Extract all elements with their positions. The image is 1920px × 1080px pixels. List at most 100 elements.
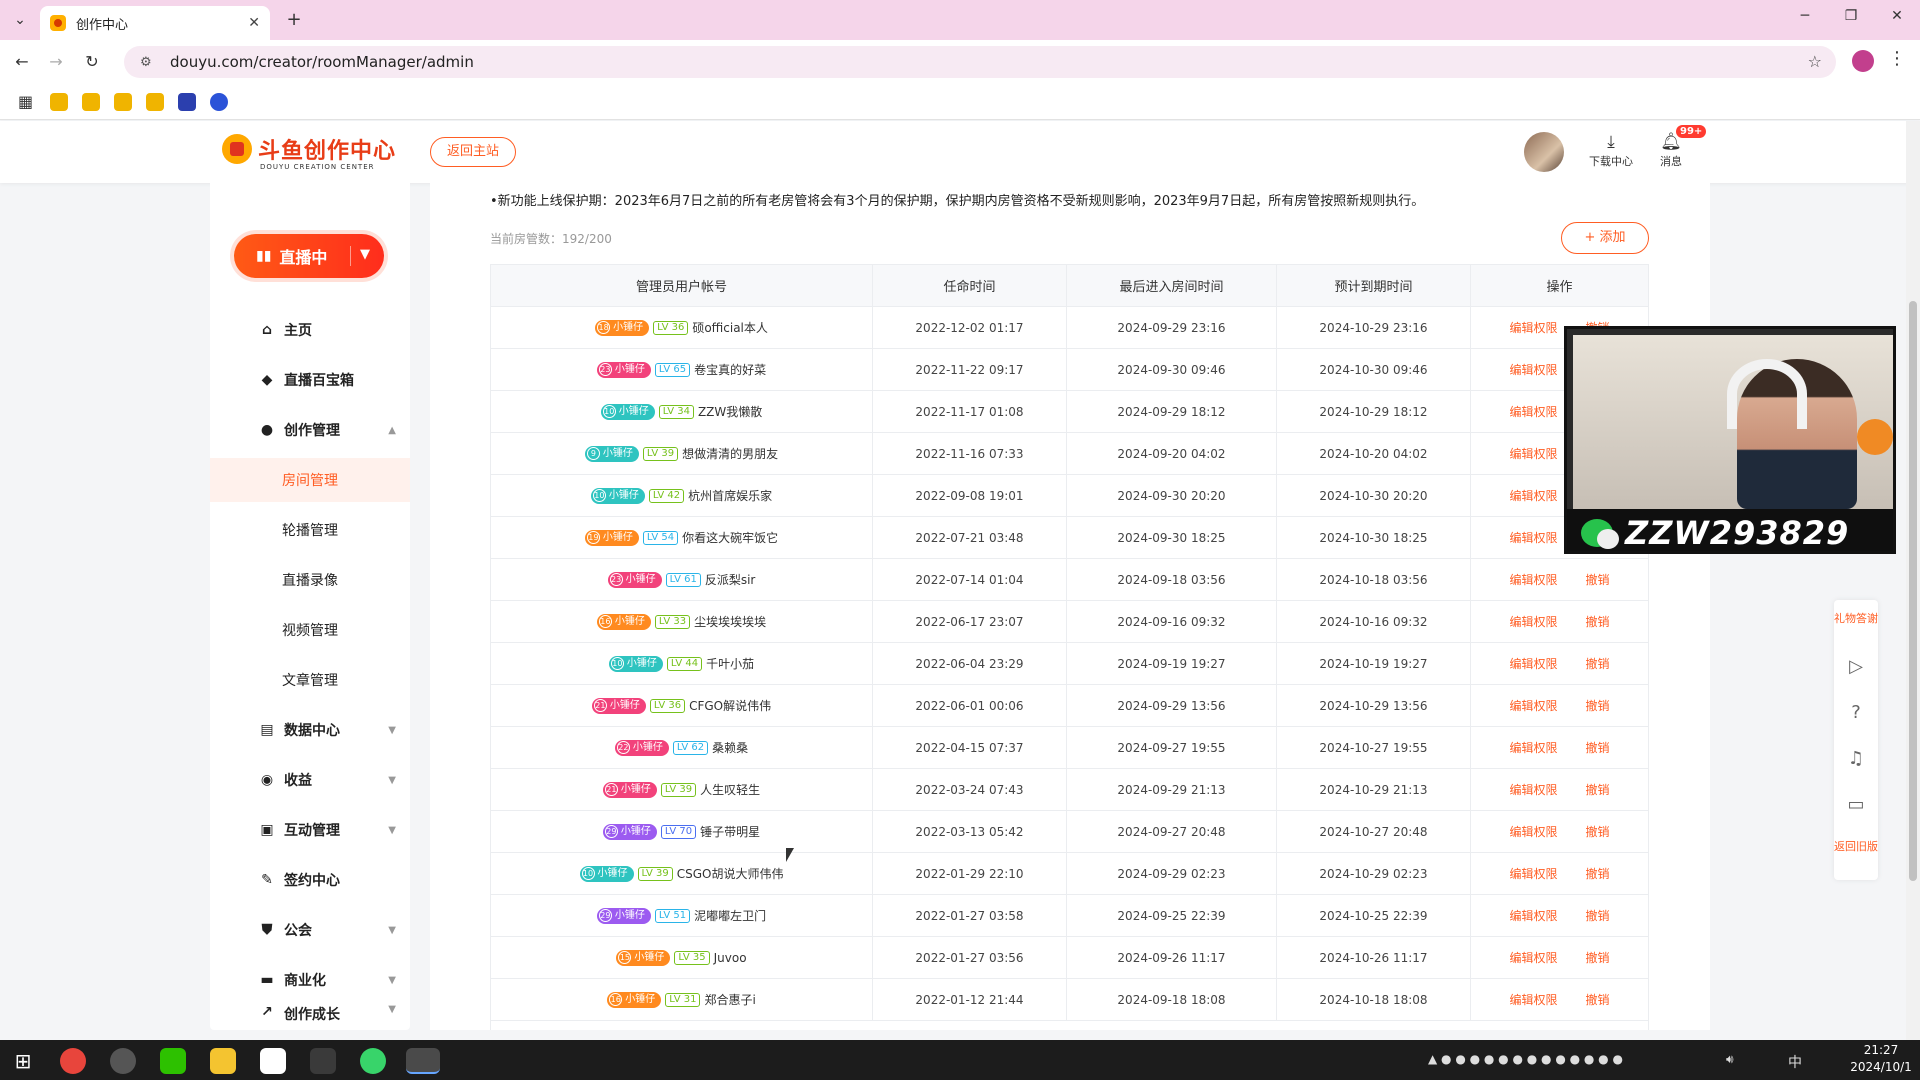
tray-icons[interactable]: ▲ ● ● ● ● ● ● ● ● ● ● ● ● ● — [1428, 1052, 1623, 1066]
speaker-icon[interactable]: 🔊︎ — [1726, 1052, 1734, 1067]
forward-icon[interactable]: → — [44, 50, 68, 74]
windows-start-icon[interactable]: ⊞ — [10, 1048, 36, 1074]
sidebar-item-carousel[interactable]: 轮播管理 — [210, 508, 410, 552]
window-close-icon[interactable]: ✕ — [1882, 8, 1912, 24]
game-icon[interactable] — [310, 1048, 336, 1074]
chrome-icon[interactable] — [60, 1048, 86, 1074]
fan-level: 10 — [602, 404, 616, 418]
tab-search-icon[interactable]: ⌄ — [8, 8, 32, 32]
sidebar-item-videos[interactable]: 视频管理 — [210, 608, 410, 652]
gift-thanks-button[interactable]: 礼物答谢 — [1834, 612, 1878, 625]
edit-permission-link[interactable]: 编辑权限 — [1509, 363, 1557, 377]
sidebar-item-recordings[interactable]: 直播录像 — [210, 558, 410, 602]
edit-permission-link[interactable]: 编辑权限 — [1509, 783, 1557, 797]
capcut-icon[interactable] — [260, 1048, 286, 1074]
edit-permission-link[interactable]: 编辑权限 — [1509, 447, 1557, 461]
edit-permission-link[interactable]: 编辑权限 — [1509, 867, 1557, 881]
minimize-icon[interactable]: ─ — [1790, 8, 1820, 24]
sidebar-item-articles[interactable]: 文章管理 — [210, 658, 410, 702]
revoke-link[interactable]: 撤销 — [1586, 867, 1610, 881]
url-input[interactable]: ⚙ douyu.com/creator/roomManager/admin ☆ — [124, 46, 1836, 78]
sidebar-item-commerce[interactable]: ▬ 商业化 ▼ — [210, 958, 410, 1002]
scrollbar-thumb[interactable] — [1909, 301, 1917, 881]
apps-grid-icon[interactable]: ▦ — [18, 92, 36, 111]
avatar[interactable] — [1524, 132, 1564, 172]
download-center-button[interactable]: ⤓ 下载中心 — [1586, 131, 1636, 169]
close-tab-icon[interactable]: ✕ — [248, 15, 260, 31]
sidebar-item-guild[interactable]: ⛊ 公会 ▼ — [210, 908, 410, 952]
fan-level: 10 — [581, 866, 595, 880]
account-cell: 10 小锤仔 LV 34 ZZW我懒散 — [490, 390, 873, 433]
ime-indicator[interactable]: 中 — [1788, 1052, 1802, 1072]
edit-permission-link[interactable]: 编辑权限 — [1509, 699, 1557, 713]
play-video-icon[interactable]: ▷ — [1834, 656, 1878, 677]
add-manager-button[interactable]: + 添加 — [1561, 222, 1649, 254]
fan-badge: 22 小锤仔 — [614, 739, 669, 756]
browser-tab[interactable]: 创作中心 ✕ — [40, 6, 270, 40]
revoke-link[interactable]: 撤销 — [1586, 825, 1610, 839]
bookmark-shield-icon[interactable] — [178, 92, 196, 111]
headset-icon[interactable]: ♫ — [1834, 748, 1878, 769]
sidebar-item-room-manage[interactable]: 房间管理 — [210, 458, 410, 502]
back-to-main-site-button[interactable]: 返回主站 — [430, 137, 516, 167]
edit-permission-link[interactable]: 编辑权限 — [1509, 951, 1557, 965]
bookmark-star-icon[interactable]: ☆ — [1808, 52, 1822, 71]
profile-icon[interactable] — [1852, 50, 1874, 72]
bookmark-douyu-icon[interactable] — [146, 92, 164, 111]
revoke-link[interactable]: 撤销 — [1586, 993, 1610, 1007]
edit-permission-link[interactable]: 编辑权限 — [1509, 741, 1557, 755]
sidebar-item-creation[interactable]: ● 创作管理 ▲ — [210, 408, 410, 452]
bookmark-douyu-icon[interactable] — [50, 92, 68, 111]
sidebar-item-toolbox[interactable]: ◆ 直播百宝箱 — [210, 358, 410, 402]
revoke-link[interactable]: 撤销 — [1586, 951, 1610, 965]
sidebar-item-growth[interactable]: ↗ 创作成长 ▼ — [210, 1004, 410, 1030]
sidebar-item-data-center[interactable]: ▤ 数据中心 ▼ — [210, 708, 410, 752]
revoke-link[interactable]: 撤销 — [1586, 573, 1610, 587]
edit-permission-link[interactable]: 编辑权限 — [1509, 531, 1557, 545]
user-level-badge: LV 42 — [648, 488, 685, 503]
edit-permission-link[interactable]: 编辑权限 — [1509, 321, 1557, 335]
douyu-logo[interactable]: 斗鱼创作中心 DOUYU CREATION CENTER — [222, 133, 396, 171]
new-tab-icon[interactable]: + — [282, 8, 306, 32]
edit-permission-link[interactable]: 编辑权限 — [1509, 405, 1557, 419]
file-explorer-icon[interactable] — [210, 1048, 236, 1074]
chevron-down-icon[interactable]: ▼ — [360, 247, 370, 262]
sidebar-item-home[interactable]: ⌂ 主页 — [210, 308, 410, 352]
revoke-link[interactable]: 撤销 — [1586, 909, 1610, 923]
monitor-icon[interactable]: ▭ — [1834, 794, 1878, 815]
browser-menu-icon[interactable]: ⋮ — [1888, 48, 1906, 69]
revoke-link[interactable]: 撤销 — [1586, 699, 1610, 713]
xbox-icon[interactable] — [360, 1048, 386, 1074]
fan-level: 15 — [618, 950, 632, 964]
reload-icon[interactable]: ↻ — [80, 50, 104, 74]
restore-icon[interactable]: ❐ — [1836, 8, 1866, 24]
bookmark-baidu-icon[interactable] — [210, 92, 228, 111]
edit-permission-link[interactable]: 编辑权限 — [1509, 615, 1557, 629]
edit-permission-link[interactable]: 编辑权限 — [1509, 825, 1557, 839]
bookmark-douyu-icon[interactable] — [114, 92, 132, 111]
revoke-link[interactable]: 撤销 — [1586, 657, 1610, 671]
page-scrollbar[interactable] — [1906, 121, 1920, 1041]
clock[interactable]: 21:27 2024/10/1 — [1846, 1042, 1916, 1076]
edit-permission-link[interactable]: 编辑权限 — [1509, 657, 1557, 671]
bookmark-douyu-icon[interactable] — [82, 92, 100, 111]
back-to-old-version-button[interactable]: 返回旧版 — [1834, 840, 1878, 853]
edit-permission-link[interactable]: 编辑权限 — [1509, 489, 1557, 503]
back-icon[interactable]: ← — [10, 50, 34, 74]
revoke-link[interactable]: 撤销 — [1586, 615, 1610, 629]
fan-level: 9 — [586, 446, 600, 460]
edit-permission-link[interactable]: 编辑权限 — [1509, 573, 1557, 587]
sidebar-item-contract[interactable]: ✎ 签约中心 — [210, 858, 410, 902]
help-icon[interactable]: ? — [1834, 702, 1878, 723]
live-status-button[interactable]: ▮▮ 直播中 ▼ — [234, 234, 384, 278]
sidebar-item-income[interactable]: ◉ 收益 ▼ — [210, 758, 410, 802]
revoke-link[interactable]: 撤销 — [1586, 741, 1610, 755]
chrome-active-icon[interactable] — [406, 1048, 440, 1074]
app-icon[interactable] — [110, 1048, 136, 1074]
sidebar-item-interaction[interactable]: ▣ 互动管理 ▼ — [210, 808, 410, 852]
site-info-icon[interactable]: ⚙ — [140, 55, 156, 70]
wechat-taskbar-icon[interactable] — [160, 1048, 186, 1074]
revoke-link[interactable]: 撤销 — [1586, 783, 1610, 797]
edit-permission-link[interactable]: 编辑权限 — [1509, 993, 1557, 1007]
edit-permission-link[interactable]: 编辑权限 — [1509, 909, 1557, 923]
